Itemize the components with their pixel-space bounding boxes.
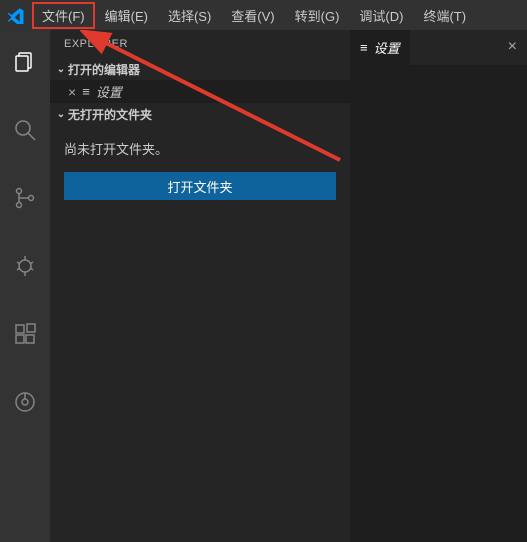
explorer-icon[interactable] — [1, 38, 49, 86]
no-folder-title: 无打开的文件夹 — [68, 106, 152, 123]
menu-bar: 文件(F) 编辑(E) 选择(S) 查看(V) 转到(G) 调试(D) 终端(T… — [32, 2, 476, 29]
search-icon[interactable] — [1, 106, 49, 154]
no-folder-message: 尚未打开文件夹。 — [64, 139, 336, 158]
source-control-icon[interactable] — [1, 174, 49, 222]
close-icon[interactable]: × — [68, 84, 76, 100]
chevron-down-icon: ⌄ — [54, 109, 68, 120]
extensions-icon[interactable] — [1, 310, 49, 358]
open-editors-header[interactable]: ⌄ 打开的编辑器 — [50, 58, 350, 80]
tab-label: 设置 — [374, 38, 400, 57]
open-editor-label: 设置 — [96, 82, 122, 101]
more-icon[interactable] — [1, 378, 49, 426]
open-folder-button[interactable]: 打开文件夹 — [64, 172, 336, 200]
menu-select[interactable]: 选择(S) — [158, 2, 221, 29]
app-icon — [0, 6, 32, 24]
settings-list-icon: ≡ — [360, 40, 368, 55]
close-icon[interactable]: × — [508, 38, 517, 56]
open-editor-item[interactable]: × ≡ 设置 — [50, 80, 350, 103]
activity-bar — [0, 30, 50, 542]
settings-list-icon: ≡ — [82, 84, 90, 99]
menu-file[interactable]: 文件(F) — [32, 2, 95, 29]
no-folder-header[interactable]: ⌄ 无打开的文件夹 — [50, 103, 350, 125]
editor-area: ≡ 设置 × — [350, 30, 527, 542]
open-editors-title: 打开的编辑器 — [68, 61, 140, 78]
chevron-down-icon: ⌄ — [54, 64, 68, 75]
menu-view[interactable]: 查看(V) — [221, 2, 284, 29]
sidebar-title: EXPLORER — [50, 30, 350, 58]
debug-icon[interactable] — [1, 242, 49, 290]
sidebar: EXPLORER ⌄ 打开的编辑器 × ≡ 设置 ⌄ 无打开的文件夹 尚未打开文… — [50, 30, 350, 542]
tab-settings[interactable]: ≡ 设置 — [350, 30, 410, 65]
menu-goto[interactable]: 转到(G) — [285, 2, 350, 29]
menu-terminal[interactable]: 终端(T) — [413, 2, 476, 29]
menu-edit[interactable]: 编辑(E) — [95, 2, 158, 29]
menu-debug[interactable]: 调试(D) — [349, 2, 413, 29]
